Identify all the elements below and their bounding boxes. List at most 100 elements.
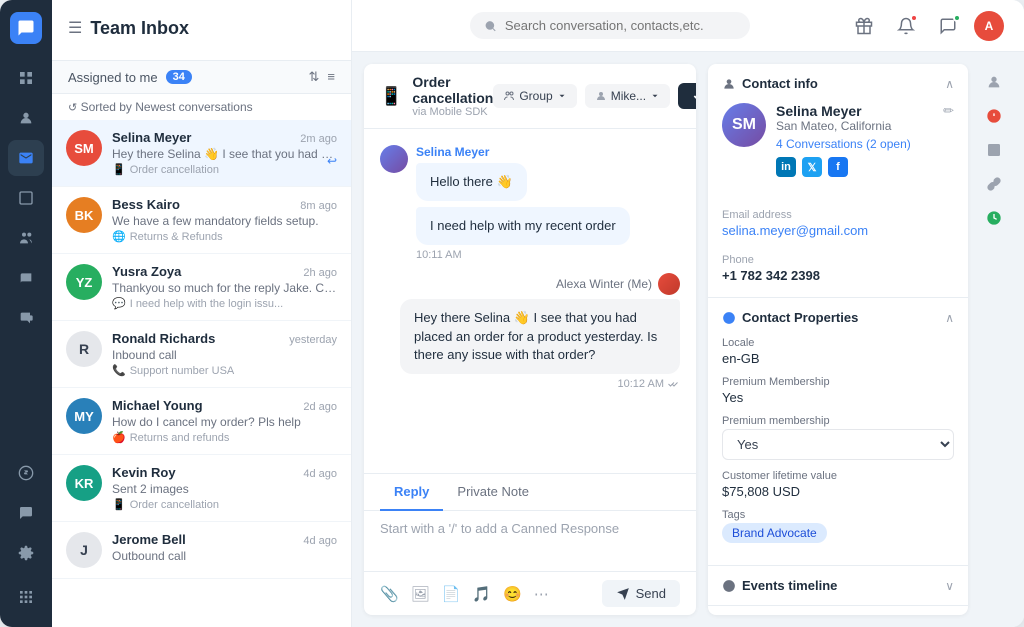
locale-label: Locale xyxy=(722,337,954,349)
more-icon[interactable]: ⋯ xyxy=(534,585,549,603)
locale-row: Locale en-GB xyxy=(722,337,954,366)
top-header: A xyxy=(352,0,1024,52)
outgoing-avatar xyxy=(658,273,680,295)
sort-label: ↺ Sorted by Newest conversations xyxy=(52,94,351,120)
reply-tools: 📎 🖼 📄 🎵 😊 ⋯ xyxy=(380,585,549,603)
sort-icon[interactable] xyxy=(271,14,299,42)
avatar: J xyxy=(66,532,102,568)
mobile-sdk-icon: 📱 xyxy=(380,86,402,107)
gift-icon-btn[interactable] xyxy=(848,10,880,42)
attach-icon[interactable]: 📎 xyxy=(380,585,399,603)
side-icon-strip xyxy=(980,64,1012,615)
search-icon xyxy=(484,19,497,33)
contact-avatar: SM xyxy=(722,103,766,147)
phone-value: +1 782 342 2398 xyxy=(722,268,954,283)
sort-toggle[interactable]: ⇅ xyxy=(309,69,320,85)
premium-select[interactable]: Yes No xyxy=(722,429,954,460)
filter-badge: 34 xyxy=(166,70,192,84)
edit-icon[interactable]: ✏ xyxy=(943,103,954,119)
nav-apps[interactable] xyxy=(8,579,44,615)
message-group-incoming: Selina Meyer Hello there 👋 I need help w… xyxy=(380,145,680,261)
linkedin-icon[interactable]: in xyxy=(776,157,796,177)
tab-reply[interactable]: Reply xyxy=(380,474,443,511)
conversation-list: SM Selina Meyer 2m ago Hey there Selina … xyxy=(52,120,351,627)
message-time: 10:11 AM xyxy=(416,249,680,261)
contact-icon xyxy=(722,77,736,91)
list-item[interactable]: YZ Yusra Zoya 2h ago Thankyou so much fo… xyxy=(52,254,351,321)
phone-field: Phone +1 782 342 2398 xyxy=(708,246,968,297)
phone-label: Phone xyxy=(722,254,954,266)
nav-chat[interactable] xyxy=(8,495,44,531)
chat-panel: 📱 Order cancellation via Mobile SDK Grou… xyxy=(364,64,696,615)
nav-dashboard[interactable] xyxy=(8,60,44,96)
filter-row: Assigned to me 34 ⇅ ≡ xyxy=(52,61,351,94)
nav-settings[interactable] xyxy=(8,535,44,571)
group-dropdown[interactable]: Group xyxy=(493,84,576,108)
side-icon-person[interactable] xyxy=(980,68,1008,96)
chevron-up-icon[interactable]: ∧ xyxy=(945,77,954,91)
list-item[interactable]: SM Selina Meyer 2m ago Hey there Selina … xyxy=(52,120,351,187)
reply-input[interactable]: Start with a '/' to add a Canned Respons… xyxy=(364,511,696,571)
filter-icon[interactable] xyxy=(307,14,335,42)
nav-campaigns[interactable] xyxy=(8,300,44,336)
side-icon-filter[interactable] xyxy=(980,238,1008,266)
app-logo[interactable] xyxy=(10,12,42,44)
list-item[interactable]: MY Michael Young 2d ago How do I cancel … xyxy=(52,388,351,455)
side-icon-link[interactable] xyxy=(980,170,1008,198)
side-icon-info[interactable] xyxy=(980,102,1008,130)
contact-properties-section: Contact Properties ∧ Locale en-GB Premiu… xyxy=(708,298,968,566)
contact-properties-header[interactable]: Contact Properties ∧ xyxy=(708,298,968,337)
list-item[interactable]: R Ronald Richards yesterday Inbound call… xyxy=(52,321,351,388)
nav-inbox[interactable] xyxy=(8,140,44,176)
chat-icon-btn[interactable] xyxy=(932,10,964,42)
avatar: MY xyxy=(66,398,102,434)
hamburger-icon[interactable]: ☰ xyxy=(68,18,82,38)
message-group-outgoing: Alexa Winter (Me) Hey there Selina 👋 I s… xyxy=(380,273,680,390)
nav-reports[interactable] xyxy=(8,180,44,216)
tags-label: Tags xyxy=(722,509,954,521)
audio-icon[interactable]: 🎵 xyxy=(472,585,491,603)
chevron-down-icon[interactable]: ∨ xyxy=(945,579,954,593)
reply-icon: ↩ xyxy=(327,154,337,168)
info-icon xyxy=(722,311,736,325)
emoji-icon[interactable]: 😊 xyxy=(503,585,522,603)
nav-book[interactable] xyxy=(8,260,44,296)
nav-dollar[interactable] xyxy=(8,455,44,491)
nav-users[interactable] xyxy=(8,220,44,256)
email-value[interactable]: selina.meyer@gmail.com xyxy=(722,223,954,238)
search-input[interactable] xyxy=(505,18,736,33)
tags-row: Tags Brand Advocate xyxy=(722,509,954,543)
twitter-icon[interactable]: 𝕏 xyxy=(802,157,822,177)
bell-icon-btn[interactable] xyxy=(890,10,922,42)
events-header[interactable]: Events timeline ∨ xyxy=(708,566,968,605)
image-icon[interactable]: 🖼 xyxy=(411,585,430,603)
layout-toggle[interactable]: ≡ xyxy=(327,69,335,85)
resolve-button[interactable] xyxy=(678,83,696,109)
agent-dropdown[interactable]: Mike... xyxy=(585,84,670,108)
lifetime-value: $75,808 USD xyxy=(722,484,954,499)
facebook-icon[interactable]: f xyxy=(828,157,848,177)
list-item[interactable]: J Jerome Bell 4d ago Outbound call xyxy=(52,522,351,579)
article-icon[interactable]: 📄 xyxy=(442,585,461,603)
tag-chip[interactable]: Brand Advocate xyxy=(722,523,827,543)
chat-subtitle: via Mobile SDK xyxy=(412,106,493,118)
properties-body: Locale en-GB Premium Membership Yes Prem… xyxy=(708,337,968,565)
filter-label[interactable]: Assigned to me xyxy=(68,70,158,85)
user-avatar[interactable]: A xyxy=(974,11,1004,41)
premium-label: Premium Membership xyxy=(722,376,954,388)
nav-contacts[interactable] xyxy=(8,100,44,136)
message-bubble: Hello there 👋 xyxy=(416,163,527,201)
side-icon-image[interactable] xyxy=(980,136,1008,164)
tab-private-note[interactable]: Private Note xyxy=(443,474,543,511)
list-item[interactable]: BK Bess Kairo 8m ago We have a few manda… xyxy=(52,187,351,254)
contact-conversations[interactable]: 4 Conversations (2 open) xyxy=(776,137,911,151)
side-icon-alert[interactable] xyxy=(980,204,1008,232)
chat-header: 📱 Order cancellation via Mobile SDK Grou… xyxy=(364,64,696,129)
send-button[interactable]: Send xyxy=(602,580,680,607)
message-bubble: Hey there Selina 👋 I see that you had pl… xyxy=(400,299,680,374)
search-bar[interactable] xyxy=(470,12,750,39)
list-item[interactable]: KR Kevin Roy 4d ago Sent 2 images 📱 Orde… xyxy=(52,455,351,522)
contact-info-section: Contact info ∧ SM Selin xyxy=(708,64,968,298)
contact-info-header[interactable]: Contact info ∧ xyxy=(708,64,968,103)
chevron-up-icon-props[interactable]: ∧ xyxy=(945,311,954,325)
